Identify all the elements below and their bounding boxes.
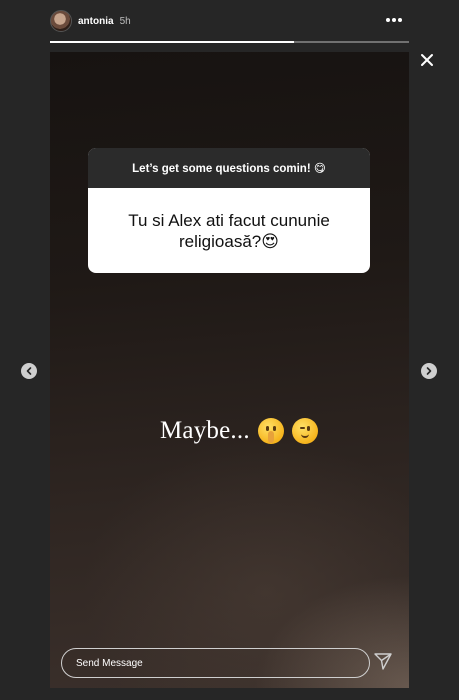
send-message-placeholder: Send Message	[76, 657, 143, 669]
username[interactable]: antonia	[78, 16, 114, 27]
chevron-left-icon	[26, 367, 32, 375]
more-options-icon[interactable]	[384, 12, 404, 28]
send-icon[interactable]	[373, 651, 393, 671]
avatar[interactable]	[50, 10, 72, 32]
story-viewer: antonia 5h Let’s get some questions comi…	[0, 0, 459, 700]
story-progress-bar	[50, 41, 409, 43]
close-icon[interactable]	[418, 51, 436, 69]
timestamp: 5h	[119, 15, 131, 27]
question-sticker: Let’s get some questions comin! 😋 Tu si …	[88, 148, 370, 273]
story-progress-fill	[50, 41, 295, 43]
shushing-face-emoji-icon	[257, 418, 284, 444]
question-sticker-prompt: Let’s get some questions comin! 😋	[88, 148, 370, 188]
send-message-input[interactable]: Send Message	[61, 648, 370, 678]
chevron-right-icon	[426, 367, 432, 375]
story-header: antonia 5h	[50, 8, 410, 34]
story-media[interactable]: Let’s get some questions comin! 😋 Tu si …	[50, 52, 409, 688]
answer-text: Maybe...	[160, 417, 250, 444]
next-story-button[interactable]	[421, 363, 437, 379]
previous-story-button[interactable]	[21, 363, 37, 379]
answer-caption: Maybe...	[160, 415, 318, 447]
winking-face-emoji-icon	[291, 418, 318, 444]
question-sticker-text: Tu si Alex ati facut cununie religioasă?…	[128, 210, 330, 251]
